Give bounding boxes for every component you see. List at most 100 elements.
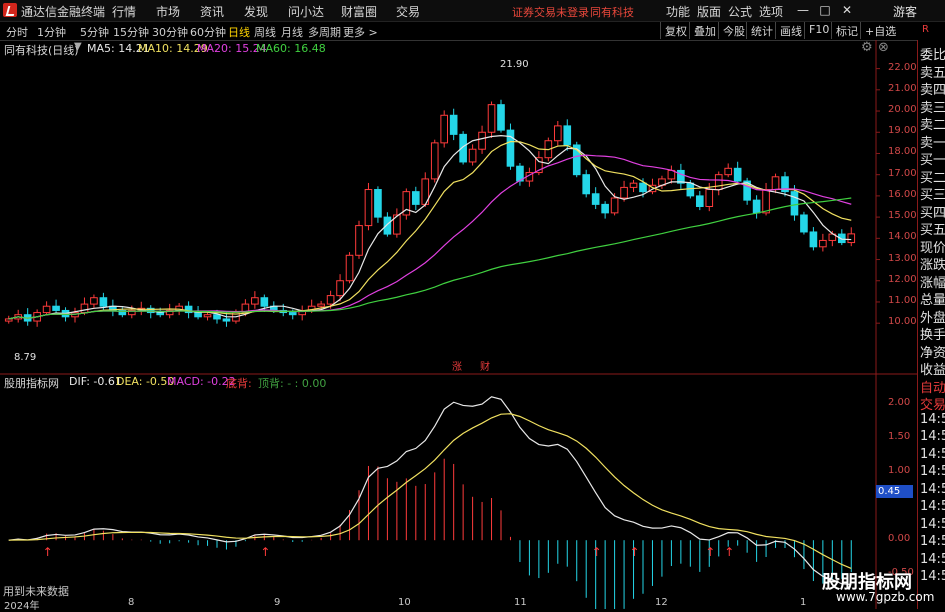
side-panel-item[interactable]: 买二 — [920, 167, 945, 186]
side-panel-item[interactable]: 卖二 — [920, 114, 945, 133]
menu-xuanxiang[interactable]: 选项 — [759, 3, 783, 20]
tool-biaoji[interactable]: 标记 — [831, 22, 862, 39]
candle-body — [639, 182, 647, 193]
menu-zixun[interactable]: 资讯 — [200, 3, 224, 20]
side-panel-item[interactable]: 14:56 — [920, 517, 945, 532]
tool-diejia[interactable]: 叠加 — [689, 22, 720, 39]
period-multi[interactable]: 多周期 — [308, 24, 341, 40]
menu-wenxiaoda[interactable]: 问小达 — [288, 3, 324, 20]
tool-fuquan[interactable]: 复权 — [660, 22, 691, 39]
chart-canvas[interactable]: ↑ ↑ ↑ ↑ ↑ ↑ — [0, 40, 917, 609]
candle-body — [203, 314, 212, 318]
period-more[interactable]: 更多 > — [343, 24, 378, 40]
candle-body — [695, 195, 704, 207]
side-panel-item[interactable]: 14:56 — [920, 569, 945, 584]
y-tick-label: 14.00 — [888, 231, 917, 243]
y-tick-label: 12.00 — [888, 273, 917, 285]
candle-body — [411, 191, 420, 205]
side-panel-item[interactable]: 14:56 — [920, 534, 945, 549]
candle-body — [819, 239, 827, 248]
guest-label[interactable]: 游客 — [893, 3, 917, 20]
period-30min[interactable]: 30分钟 — [152, 24, 188, 40]
candle-body — [733, 167, 742, 182]
minimize-icon[interactable]: — — [793, 2, 813, 18]
buy-arrow-icon: ↑ — [43, 545, 53, 559]
side-panel-item[interactable]: 委比 — [920, 44, 945, 63]
tool-tongji[interactable]: 统计 — [746, 22, 777, 39]
side-panel-item[interactable]: 换手 — [920, 324, 945, 343]
period-15min[interactable]: 15分钟 — [113, 24, 149, 40]
tool-huaxian[interactable]: 画线 — [775, 22, 806, 39]
candle-body — [222, 318, 231, 322]
watermark-url: www.7gpzb.com — [836, 590, 935, 604]
side-panel-item[interactable]: 14:56 — [920, 464, 945, 479]
side-panel-item[interactable]: 卖一 — [920, 132, 945, 151]
tool-jingu[interactable]: 今股 — [718, 22, 749, 39]
bottom-div-legend: 底背: — [226, 377, 252, 390]
candle-body — [336, 280, 344, 297]
side-panel-item[interactable]: 卖三 — [920, 97, 945, 116]
menu-hangqing[interactable]: 行情 — [112, 3, 136, 20]
side-panel-item[interactable]: 涨幅 — [920, 272, 945, 291]
menu-gongneng[interactable]: 功能 — [666, 3, 690, 20]
macd-current-value: 0.45 — [876, 485, 913, 498]
candle-body — [468, 148, 477, 163]
y-tick-label: 10.00 — [888, 316, 917, 328]
candle-body — [52, 305, 60, 311]
candle-body — [582, 174, 591, 195]
dea-legend: DEA: -0.50 — [116, 375, 175, 388]
side-panel-item[interactable]: 交易 — [920, 394, 945, 413]
side-panel-item[interactable]: 卖五 — [920, 62, 945, 81]
side-panel-item[interactable]: 买五 — [920, 219, 945, 238]
side-panel-item[interactable]: 14:56 — [920, 482, 945, 497]
side-panel-item[interactable]: 净资 — [920, 342, 945, 361]
login-warning[interactable]: 证券交易未登录 — [512, 4, 589, 20]
side-panel-item[interactable]: 总量 — [920, 289, 945, 308]
ma-lines — [8, 135, 852, 320]
side-panel-item[interactable]: 14:56 — [920, 552, 945, 567]
event-zhang[interactable]: 涨 — [452, 358, 462, 373]
side-panel-item[interactable]: 14:56 — [920, 447, 945, 462]
side-panel-item[interactable]: 涨跌 — [920, 254, 945, 273]
side-panel-item[interactable]: 外盘 — [920, 307, 945, 326]
tool-zixuan[interactable]: +自选 — [860, 22, 900, 39]
candle-body — [752, 199, 761, 214]
menu-shichang[interactable]: 市场 — [156, 3, 180, 20]
candle-body — [800, 214, 808, 233]
menu-jiaoyi[interactable]: 交易 — [396, 3, 420, 20]
period-60min[interactable]: 60分钟 — [190, 24, 226, 40]
side-panel-item[interactable]: 卖四 — [920, 79, 945, 98]
side-panel-item[interactable]: 收益 — [920, 359, 945, 378]
period-fenshi[interactable]: 分时 — [6, 24, 28, 40]
side-panel-item[interactable]: 买四 — [920, 202, 945, 221]
side-panel-item[interactable]: 自动 — [920, 377, 945, 396]
menu-banmian[interactable]: 版面 — [697, 3, 721, 20]
side-panel-item[interactable]: 14:56 — [920, 499, 945, 514]
side-panel-item[interactable]: 买一 — [920, 149, 945, 168]
period-daily[interactable]: 日线 — [228, 24, 250, 40]
side-panel-item[interactable]: 14:56 — [920, 429, 945, 444]
side-panel-item[interactable]: 买三 — [920, 184, 945, 203]
x-tick-label: 2024年 — [4, 601, 40, 612]
menu-faxian[interactable]: 发现 — [244, 3, 268, 20]
maximize-icon[interactable]: □ — [815, 2, 835, 18]
candle-body — [724, 167, 733, 176]
candle-body — [847, 233, 856, 244]
event-cai[interactable]: 财 — [480, 358, 490, 373]
period-monthly[interactable]: 月线 — [281, 24, 303, 40]
menu-caifuquan[interactable]: 财富圈 — [341, 3, 377, 20]
close-icon[interactable]: ✕ — [837, 2, 857, 18]
candle-body — [383, 216, 392, 235]
tool-f10[interactable]: F10 — [804, 22, 833, 39]
side-panel-item[interactable]: 14:56 — [920, 412, 945, 427]
side-panel-item[interactable]: 现价 — [920, 237, 945, 256]
candle-body — [317, 303, 325, 307]
y-tick-label: 13.00 — [888, 252, 917, 264]
menu-gongshi[interactable]: 公式 — [728, 3, 752, 20]
period-weekly[interactable]: 周线 — [254, 24, 276, 40]
period-5min[interactable]: 5分钟 — [80, 24, 109, 40]
candle-body — [430, 142, 439, 180]
period-1min[interactable]: 1分钟 — [37, 24, 66, 40]
candle-body — [478, 131, 486, 150]
buy-arrow-icon: ↑ — [724, 545, 734, 559]
